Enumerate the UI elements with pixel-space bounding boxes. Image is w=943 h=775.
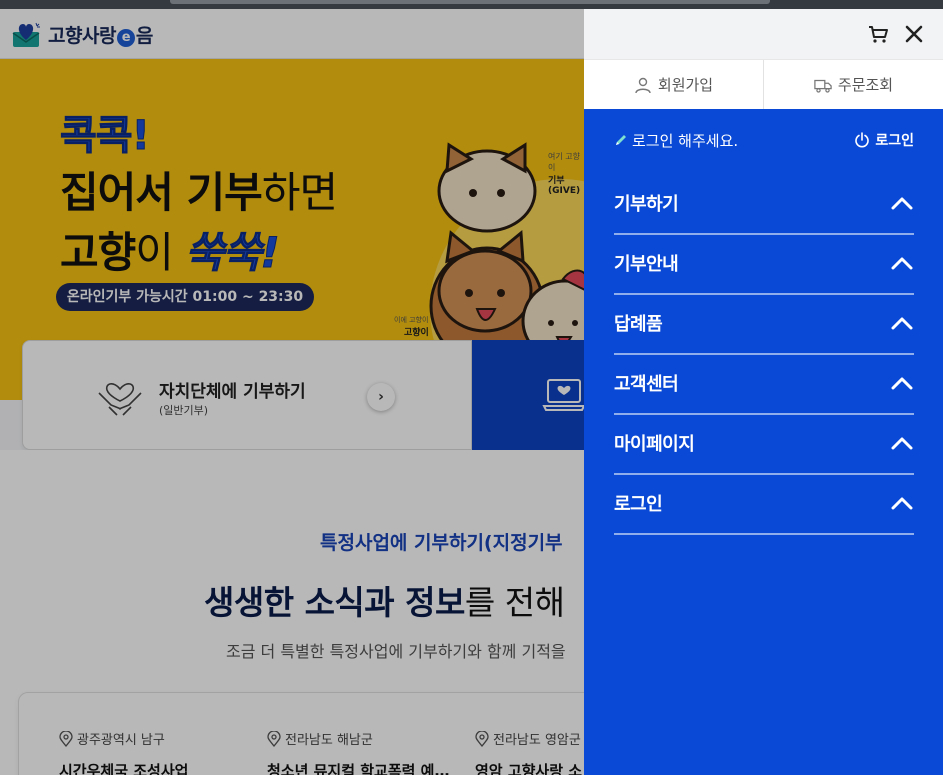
menu-item-label: 로그인 (614, 494, 663, 515)
drawer-tabs: 회원가입 주문조회 (584, 59, 943, 109)
login-link-label: 로그인 (875, 133, 914, 149)
signup-button[interactable]: 회원가입 (584, 60, 763, 109)
chevron-up-icon (891, 377, 913, 390)
drawer-menu: 기부하기 기부안내 답례품 고객센터 마이페이지 로그인 (614, 175, 914, 535)
cart-icon[interactable] (866, 22, 890, 46)
menu-item-login[interactable]: 로그인 (614, 475, 914, 535)
menu-item-support[interactable]: 고객센터 (614, 355, 914, 415)
close-icon[interactable] (902, 22, 926, 46)
scrollbar[interactable] (170, 0, 770, 4)
signup-label: 회원가입 (657, 76, 714, 94)
browser-top-bar (0, 0, 943, 9)
menu-item-label: 기부안내 (614, 254, 679, 275)
chevron-up-icon (891, 197, 913, 210)
chevron-up-icon (891, 437, 913, 450)
menu-item-label: 마이페이지 (614, 434, 695, 455)
menu-item-guide[interactable]: 기부안내 (614, 235, 914, 295)
chevron-up-icon (891, 317, 913, 330)
user-icon (635, 77, 651, 93)
login-prompt-text: 로그인 해주세요. (632, 131, 739, 150)
pencil-icon (616, 135, 626, 145)
modal-dim-overlay[interactable] (0, 9, 584, 775)
chevron-up-icon (891, 257, 913, 270)
menu-item-gifts[interactable]: 답례품 (614, 295, 914, 355)
login-prompt: 로그인 해주세요. (614, 130, 738, 151)
order-lookup-button[interactable]: 주문조회 (763, 60, 943, 109)
side-menu-drawer: 회원가입 주문조회 로그인 해주세요. 로그인 기부하기 기부안내 답례품 고객… (584, 9, 943, 775)
menu-item-label: 기부하기 (614, 194, 679, 215)
drawer-toolbar (584, 9, 943, 59)
menu-item-label: 고객센터 (614, 374, 679, 395)
chevron-up-icon (891, 497, 913, 510)
order-lookup-label: 주문조회 (837, 76, 894, 94)
login-row: 로그인 해주세요. 로그인 (614, 129, 914, 151)
login-link[interactable]: 로그인 (854, 130, 914, 150)
menu-item-donate[interactable]: 기부하기 (614, 175, 914, 235)
menu-item-mypage[interactable]: 마이페이지 (614, 415, 914, 475)
truck-icon (814, 79, 832, 93)
power-icon (855, 132, 870, 148)
menu-item-label: 답례품 (614, 314, 663, 335)
page: 고향사랑 e 음 콕콕! 집어서 기부하면 고향이 쑥쑥! 온라인기부 가능시간 0… (0, 0, 943, 775)
